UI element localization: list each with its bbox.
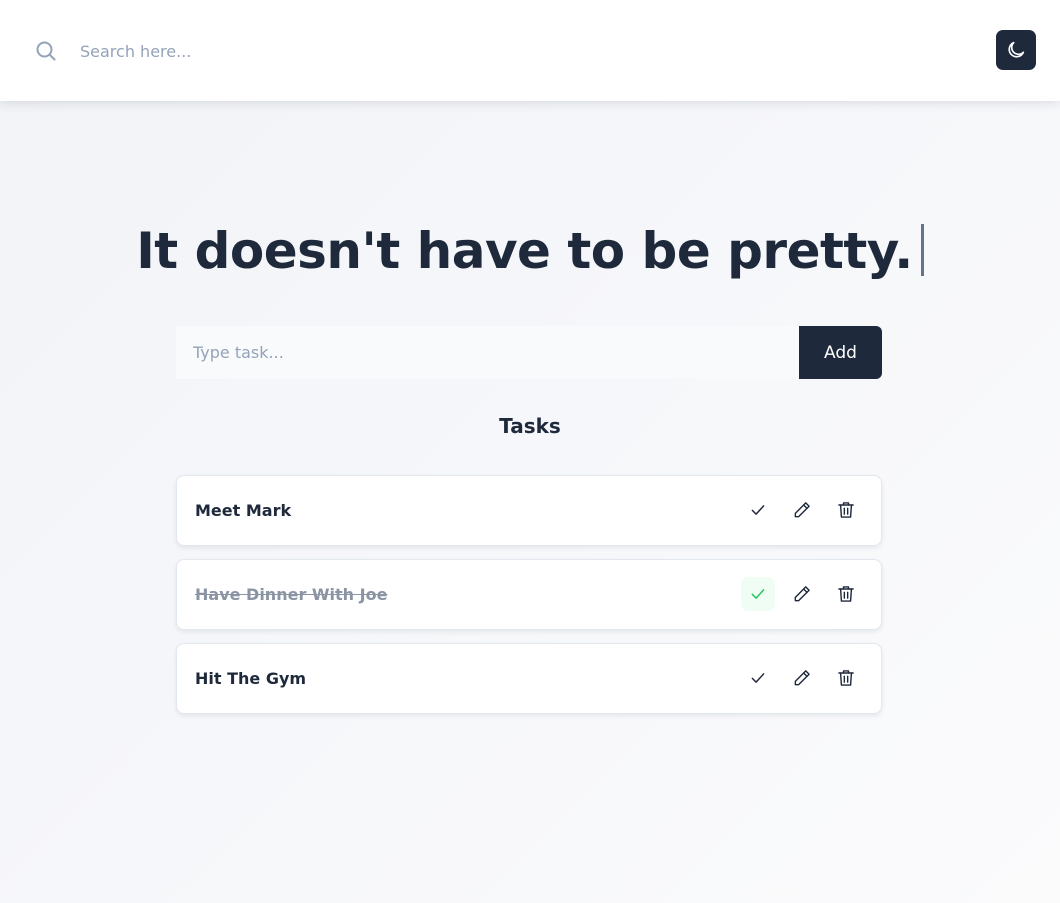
trash-icon — [836, 584, 856, 604]
trash-icon — [836, 500, 856, 520]
pencil-icon — [792, 668, 812, 688]
add-task-button[interactable]: Add — [799, 326, 882, 379]
complete-task-button[interactable] — [741, 661, 775, 695]
edit-task-button[interactable] — [785, 493, 819, 527]
search-icon — [34, 39, 58, 63]
check-icon — [749, 585, 767, 603]
task-text: Meet Mark — [195, 501, 292, 520]
typing-cursor — [920, 224, 924, 276]
top-bar — [0, 0, 1060, 101]
theme-toggle-button[interactable] — [996, 30, 1036, 70]
check-icon — [749, 501, 767, 519]
task-item: Hit The Gym — [176, 643, 882, 714]
task-text: Have Dinner With Joe — [195, 585, 388, 604]
delete-task-button[interactable] — [829, 493, 863, 527]
headline-text: It doesn't have to be pretty. — [136, 222, 913, 280]
tasks-heading: Tasks — [499, 414, 561, 438]
pencil-icon — [792, 584, 812, 604]
delete-task-button[interactable] — [829, 661, 863, 695]
complete-task-button[interactable] — [741, 577, 775, 611]
complete-task-button[interactable] — [741, 493, 775, 527]
search-input[interactable] — [80, 36, 680, 66]
task-item: Have Dinner With Joe — [176, 559, 882, 630]
trash-icon — [836, 668, 856, 688]
task-text: Hit The Gym — [195, 669, 307, 688]
pencil-icon — [792, 500, 812, 520]
check-icon — [749, 669, 767, 687]
page-headline: It doesn't have to be pretty. — [0, 222, 1060, 280]
edit-task-button[interactable] — [785, 577, 819, 611]
edit-task-button[interactable] — [785, 661, 819, 695]
task-item: Meet Mark — [176, 475, 882, 546]
delete-task-button[interactable] — [829, 577, 863, 611]
moon-icon — [1005, 39, 1027, 61]
task-input[interactable] — [176, 326, 799, 379]
